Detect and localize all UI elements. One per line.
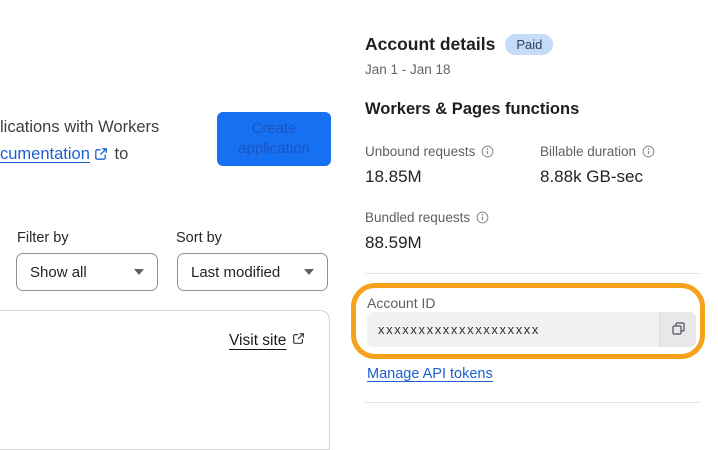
stat-value: 88.59M: [365, 233, 422, 252]
stat-label: Billable duration: [540, 144, 637, 159]
stat-value: 8.88k GB-sec: [540, 167, 643, 186]
create-application-button[interactable]: Create application: [217, 112, 331, 166]
stat-billable-duration: Billable duration 8.88k GB-sec: [540, 144, 655, 187]
chevron-down-icon: [304, 269, 314, 275]
filter-dropdown-value: Show all: [30, 263, 87, 281]
visit-site-link[interactable]: Visit site: [229, 332, 305, 350]
project-card: [0, 310, 330, 450]
chevron-down-icon: [134, 269, 144, 275]
account-id-label: Account ID: [367, 295, 436, 311]
info-icon[interactable]: [476, 211, 489, 224]
info-icon[interactable]: [642, 145, 655, 158]
intro-line-2: cumentation to: [0, 141, 159, 170]
divider: [365, 402, 700, 403]
manage-api-tokens-link[interactable]: Manage API tokens: [367, 366, 493, 382]
account-id-field-group: [367, 312, 696, 347]
account-details-title: Account details: [365, 34, 496, 54]
account-id-input[interactable]: [367, 312, 659, 347]
intro-tail: to: [114, 145, 129, 163]
account-details-header: Account details Paid: [365, 34, 554, 55]
documentation-link[interactable]: cumentation: [0, 145, 90, 163]
billing-date-range: Jan 1 - Jan 18: [365, 62, 451, 77]
visit-site-label: Visit site: [229, 332, 287, 349]
stat-value: 18.85M: [365, 167, 422, 186]
divider: [365, 273, 700, 274]
intro-line-1: lications with Workers: [0, 118, 160, 136]
intro-text: lications with Workers cumentation to: [0, 114, 159, 170]
info-icon[interactable]: [481, 145, 494, 158]
external-link-icon: [94, 147, 108, 165]
paid-plan-badge: Paid: [505, 34, 554, 55]
external-link-icon: [292, 332, 305, 350]
filter-dropdown[interactable]: Show all: [16, 253, 158, 291]
stat-label: Bundled requests: [365, 210, 471, 225]
stat-bundled-requests: Bundled requests 88.59M: [365, 210, 489, 253]
copy-icon: [671, 321, 686, 339]
filter-by-label: Filter by: [17, 230, 69, 246]
sort-by-label: Sort by: [176, 230, 222, 246]
copy-button[interactable]: [659, 312, 696, 347]
workers-pages-functions-title: Workers & Pages functions: [365, 100, 580, 118]
stat-label: Unbound requests: [365, 144, 476, 159]
sort-dropdown-value: Last modified: [191, 263, 281, 281]
stat-unbound-requests: Unbound requests 18.85M: [365, 144, 494, 187]
sort-dropdown[interactable]: Last modified: [177, 253, 328, 291]
